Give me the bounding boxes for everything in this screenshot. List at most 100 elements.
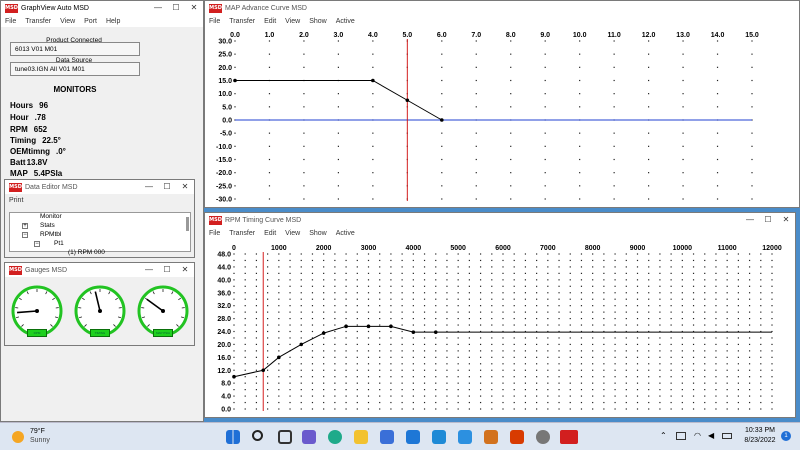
rpm-grid-dot bbox=[479, 311, 482, 313]
map-menu-show[interactable]: Show bbox=[309, 18, 327, 25]
rpm-grid-dot bbox=[625, 369, 627, 371]
rpm-title-bar[interactable]: MSD RPM Timing Curve MSD — ☐ ✕ bbox=[205, 213, 795, 227]
minimize-icon[interactable]: — bbox=[149, 1, 167, 15]
rpm-grid-dot bbox=[760, 408, 762, 410]
teams-chat-icon[interactable] bbox=[302, 430, 316, 444]
rpm-grid-dot bbox=[580, 253, 583, 255]
rpm-grid-dot bbox=[233, 337, 235, 339]
menu-transfer[interactable]: Transfer bbox=[25, 18, 51, 25]
map-menu-edit[interactable]: Edit bbox=[264, 18, 276, 25]
weather-temp[interactable]: 79°F bbox=[30, 428, 45, 435]
main-title-bar[interactable]: MSD GraphView Auto MSD — ☐ ✕ bbox=[1, 1, 203, 15]
tree-node-monitor[interactable]: Monitor bbox=[40, 213, 62, 220]
rpm-grid-dot bbox=[670, 272, 672, 274]
clock-time[interactable]: 10:33 PM bbox=[740, 427, 780, 434]
rpm-grid-dot bbox=[367, 350, 370, 352]
volume-icon[interactable]: ◀ bbox=[708, 431, 714, 440]
edge-browser-icon[interactable] bbox=[328, 430, 342, 444]
rpm-menu-active[interactable]: Active bbox=[336, 230, 355, 237]
minimize-icon[interactable]: — bbox=[140, 180, 158, 194]
gauges-title-bar[interactable]: MSD Gauges MSD — ☐ ✕ bbox=[5, 263, 194, 277]
tree-node-rpm-value[interactable]: (1) RPM 000 bbox=[68, 249, 105, 256]
rpm-grid-dot bbox=[255, 305, 258, 307]
clock-date[interactable]: 8/23/2022 bbox=[740, 437, 780, 444]
rpm-grid-dot bbox=[401, 305, 403, 307]
maximize-icon[interactable]: ☐ bbox=[167, 1, 185, 15]
rpm-grid-dot bbox=[558, 317, 560, 320]
rpm-grid-dot bbox=[267, 317, 269, 320]
map-menu-active[interactable]: Active bbox=[336, 18, 355, 25]
start-windows-icon[interactable] bbox=[226, 430, 240, 444]
weather-desc[interactable]: Sunny bbox=[30, 437, 50, 444]
rpm-grid-dot bbox=[614, 350, 616, 352]
map-title-bar[interactable]: MSD MAP Advance Curve MSD bbox=[205, 1, 799, 15]
menu-print[interactable]: Print bbox=[9, 197, 23, 204]
minimize-icon[interactable]: — bbox=[140, 263, 158, 277]
rpm-grid-dot bbox=[244, 382, 246, 384]
l-app-icon[interactable] bbox=[432, 430, 446, 444]
close-icon[interactable]: ✕ bbox=[777, 213, 795, 227]
map-menu-transfer[interactable]: Transfer bbox=[229, 18, 255, 25]
rpm-menu-view[interactable]: View bbox=[285, 230, 300, 237]
rpm-grid-dot bbox=[636, 266, 639, 268]
maximize-icon[interactable]: ☐ bbox=[158, 263, 176, 277]
menu-port[interactable]: Port bbox=[84, 18, 97, 25]
battery-icon[interactable] bbox=[722, 433, 732, 439]
rpm-grid-dot bbox=[311, 292, 314, 294]
data-tree[interactable]: Monitor + Stats − RPMtbl − Pt1 (1) RPM 0… bbox=[9, 212, 191, 256]
rpm-grid-dot bbox=[278, 317, 280, 320]
rpm-menu-transfer[interactable]: Transfer bbox=[229, 230, 255, 237]
rpm-grid-dot bbox=[244, 279, 246, 281]
menu-view[interactable]: View bbox=[60, 18, 75, 25]
settings-gear-icon[interactable] bbox=[536, 430, 550, 444]
minimize-icon[interactable]: — bbox=[741, 213, 759, 227]
map-grid-dot bbox=[751, 79, 753, 82]
data-editor-title-bar[interactable]: MSD Data Editor MSD — ☐ ✕ bbox=[5, 180, 194, 194]
office-icon[interactable] bbox=[510, 430, 524, 444]
tree-expander-pt1[interactable]: − bbox=[34, 241, 40, 247]
map-menu-file[interactable]: File bbox=[209, 18, 220, 25]
chevron-up-icon[interactable]: ⌃ bbox=[660, 431, 667, 440]
rpm-grid-dot bbox=[536, 317, 538, 320]
wifi-icon[interactable]: ◠ bbox=[694, 431, 701, 440]
rpm-grid-dot bbox=[356, 408, 358, 410]
maximize-icon[interactable]: ☐ bbox=[158, 180, 176, 194]
maximize-icon[interactable]: ☐ bbox=[759, 213, 777, 227]
paint-app-icon[interactable] bbox=[484, 430, 498, 444]
printer-icon[interactable] bbox=[676, 432, 686, 440]
rpm-grid-dot bbox=[446, 376, 448, 378]
tree-node-pt1[interactable]: Pt1 bbox=[54, 240, 64, 247]
rpm-grid-dot bbox=[457, 317, 459, 320]
store-icon[interactable] bbox=[380, 430, 394, 444]
task-view-icon[interactable] bbox=[278, 430, 292, 444]
tree-scrollbar[interactable] bbox=[186, 217, 189, 231]
rpm-timing-chart[interactable]: 0 1000 2000 3000 4000 5000 6000 7000 8000 9000 100… bbox=[205, 239, 795, 417]
menu-file[interactable]: File bbox=[5, 18, 16, 25]
rpm-menu-file[interactable]: File bbox=[209, 230, 220, 237]
close-icon[interactable]: ✕ bbox=[185, 1, 203, 15]
rpm-grid-dot bbox=[659, 382, 661, 384]
weather-sun-icon[interactable] bbox=[12, 431, 24, 443]
map-advance-chart[interactable]: 0.0 1.0 2.0 3.0 4.0 5.0 6.0 7.0 8.0 9.0 10.0 11.0 12… bbox=[205, 27, 799, 207]
rpm-grid-dot bbox=[670, 401, 672, 404]
mail-icon[interactable] bbox=[406, 430, 420, 444]
map-y-tick-label: 25.0 bbox=[218, 52, 232, 59]
close-icon[interactable]: ✕ bbox=[176, 180, 194, 194]
rpm-grid-dot bbox=[648, 343, 650, 346]
msd-taskbar-icon[interactable] bbox=[560, 430, 578, 444]
search-icon[interactable] bbox=[252, 430, 263, 441]
file-explorer-icon[interactable] bbox=[354, 430, 368, 444]
menu-help[interactable]: Help bbox=[106, 18, 120, 25]
rpm-menu-edit[interactable]: Edit bbox=[264, 230, 276, 237]
rpm-grid-dot bbox=[592, 317, 594, 320]
rpm-grid-dot bbox=[760, 253, 762, 255]
rpm-menu-show[interactable]: Show bbox=[309, 230, 327, 237]
app-icon-blue[interactable] bbox=[458, 430, 472, 444]
close-icon[interactable]: ✕ bbox=[176, 263, 194, 277]
tree-expander-stats[interactable]: + bbox=[22, 223, 28, 229]
tree-expander-rpmtbl[interactable]: − bbox=[22, 232, 28, 238]
notification-badge[interactable]: 1 bbox=[781, 431, 791, 441]
tree-node-stats[interactable]: Stats bbox=[40, 222, 55, 229]
tree-node-rpmtbl[interactable]: RPMtbl bbox=[40, 231, 61, 238]
map-menu-view[interactable]: View bbox=[285, 18, 300, 25]
